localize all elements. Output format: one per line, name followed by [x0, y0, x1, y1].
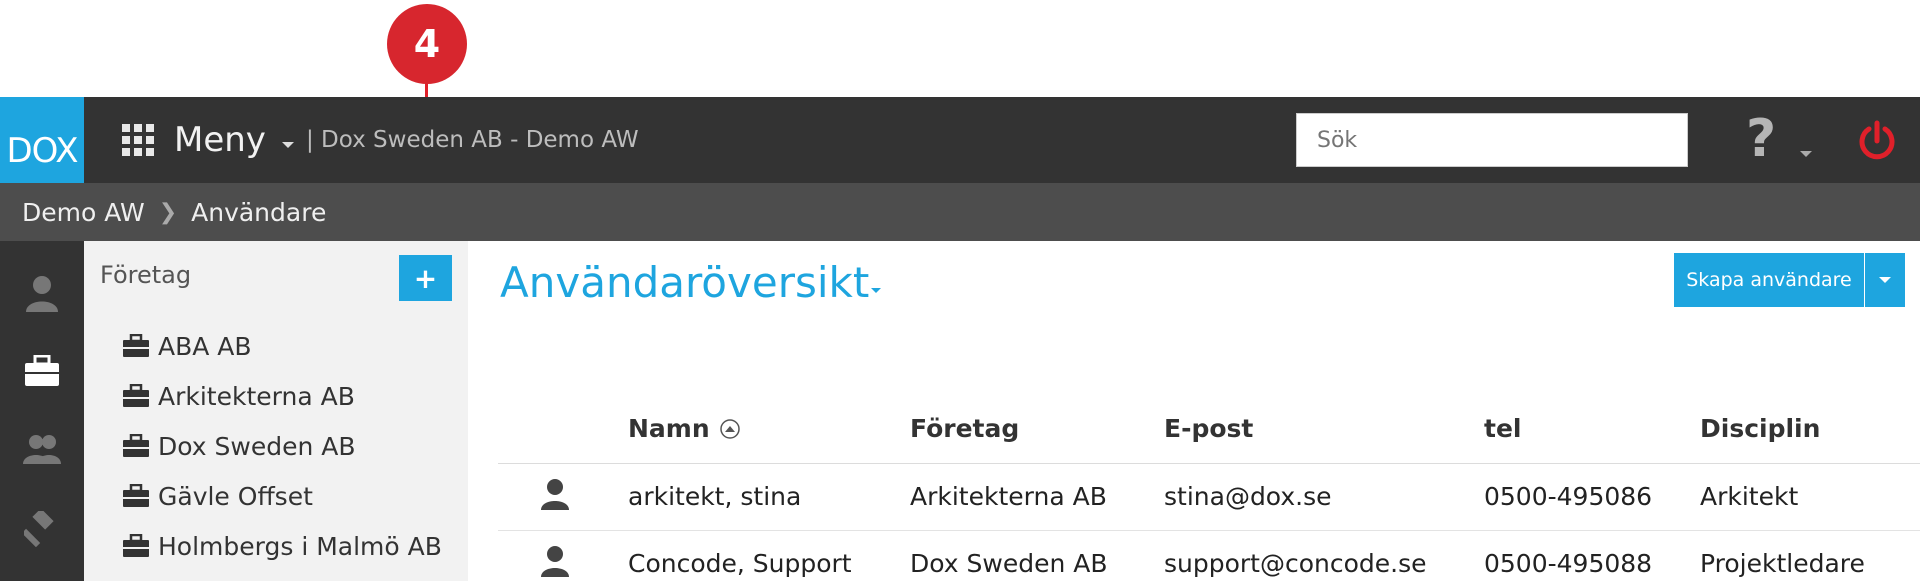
context-label: | Dox Sweden AB - Demo AW — [306, 127, 639, 153]
menu-label: Meny — [174, 120, 266, 160]
page-title[interactable]: Användaröversikt — [500, 258, 882, 307]
top-bar: DOX Meny | Dox Sweden AB - Demo AW ? — [0, 97, 1920, 183]
sidebar-item-company[interactable]: Gävle Offset — [122, 476, 313, 516]
main-menu[interactable]: Meny — [122, 119, 294, 161]
cell-discipline: Projektledare — [1700, 549, 1865, 578]
cell-company: Dox Sweden AB — [910, 549, 1108, 578]
rail-briefcase-icon[interactable] — [20, 349, 64, 393]
user-icon — [541, 546, 569, 577]
create-user-button[interactable]: Skapa användare — [1674, 253, 1864, 307]
briefcase-icon — [123, 384, 149, 407]
cell-name: arkitekt, stina — [628, 482, 802, 511]
breadcrumb-current[interactable]: Användare — [191, 198, 326, 227]
chevron-right-icon: ❯ — [158, 199, 178, 225]
sort-ascending-icon[interactable] — [719, 418, 740, 439]
cell-email: stina@dox.se — [1164, 482, 1332, 511]
help-chevron-down-icon[interactable] — [1800, 151, 1812, 157]
title-chevron-down-icon — [871, 288, 882, 293]
cell-company: Arkitekterna AB — [910, 482, 1107, 511]
column-header-label: Namn — [628, 414, 710, 443]
cell-name: Concode, Support — [628, 549, 852, 578]
company-label: Arkitekterna AB — [158, 381, 355, 411]
column-header-discipline[interactable]: Disciplin — [1700, 414, 1820, 443]
page-title-text: Användaröversikt — [500, 258, 870, 307]
sidebar-item-company[interactable]: ABA AB — [122, 326, 252, 366]
column-header-company[interactable]: Företag — [910, 414, 1019, 443]
company-label: Holmbergs i Malmö AB — [158, 531, 442, 561]
briefcase-icon — [123, 484, 149, 507]
user-icon — [541, 479, 569, 510]
help-icon[interactable]: ? — [1746, 109, 1776, 169]
briefcase-icon — [123, 334, 149, 357]
cell-tel: 0500-495086 — [1484, 482, 1653, 511]
chevron-down-icon — [281, 142, 294, 148]
column-header-tel[interactable]: tel — [1484, 414, 1521, 443]
cell-discipline: Arkitekt — [1700, 482, 1799, 511]
breadcrumb-project[interactable]: Demo AW — [22, 198, 145, 227]
rail-groups-icon[interactable] — [20, 427, 64, 471]
rail-users-icon[interactable] — [20, 271, 64, 315]
briefcase-icon — [123, 434, 149, 457]
briefcase-icon — [123, 534, 149, 557]
search-input[interactable] — [1296, 113, 1688, 167]
sidebar-item-company[interactable]: Arkitekterna AB — [122, 376, 355, 416]
cell-email: support@concode.se — [1164, 549, 1427, 578]
power-icon[interactable] — [1855, 119, 1899, 163]
breadcrumb: Demo AW ❯ Användare — [0, 183, 1920, 241]
add-company-button[interactable]: + — [399, 255, 452, 301]
dox-logo[interactable]: DOX — [0, 97, 84, 183]
create-user-dropdown-button[interactable] — [1865, 253, 1905, 307]
icon-rail — [0, 241, 84, 581]
company-label: Gävle Offset — [158, 481, 313, 511]
company-label: ABA AB — [158, 331, 252, 361]
sidebar-title: Företag — [100, 261, 192, 289]
table-row[interactable]: arkitekt, stina Arkitekterna AB stina@do… — [498, 464, 1920, 531]
callout-badge: 4 — [387, 4, 467, 84]
sidebar-item-company[interactable]: Dox Sweden AB — [122, 426, 356, 466]
company-label: Dox Sweden AB — [158, 431, 356, 461]
column-header-name[interactable]: Namn — [628, 414, 740, 443]
sidebar-item-company[interactable]: Holmbergs i Malmö AB — [122, 526, 442, 566]
cell-tel: 0500-495088 — [1484, 549, 1653, 578]
table-row[interactable]: Concode, Support Dox Sweden AB support@c… — [498, 531, 1920, 581]
company-sidebar: Företag + ABA AB Arkitekterna AB Dox Swe… — [84, 241, 468, 581]
column-header-email[interactable]: E-post — [1164, 414, 1253, 443]
table-header: Namn Företag E-post tel Disciplin — [498, 400, 1920, 464]
rail-gavel-icon[interactable] — [20, 507, 64, 551]
apps-grid-icon — [122, 124, 154, 156]
